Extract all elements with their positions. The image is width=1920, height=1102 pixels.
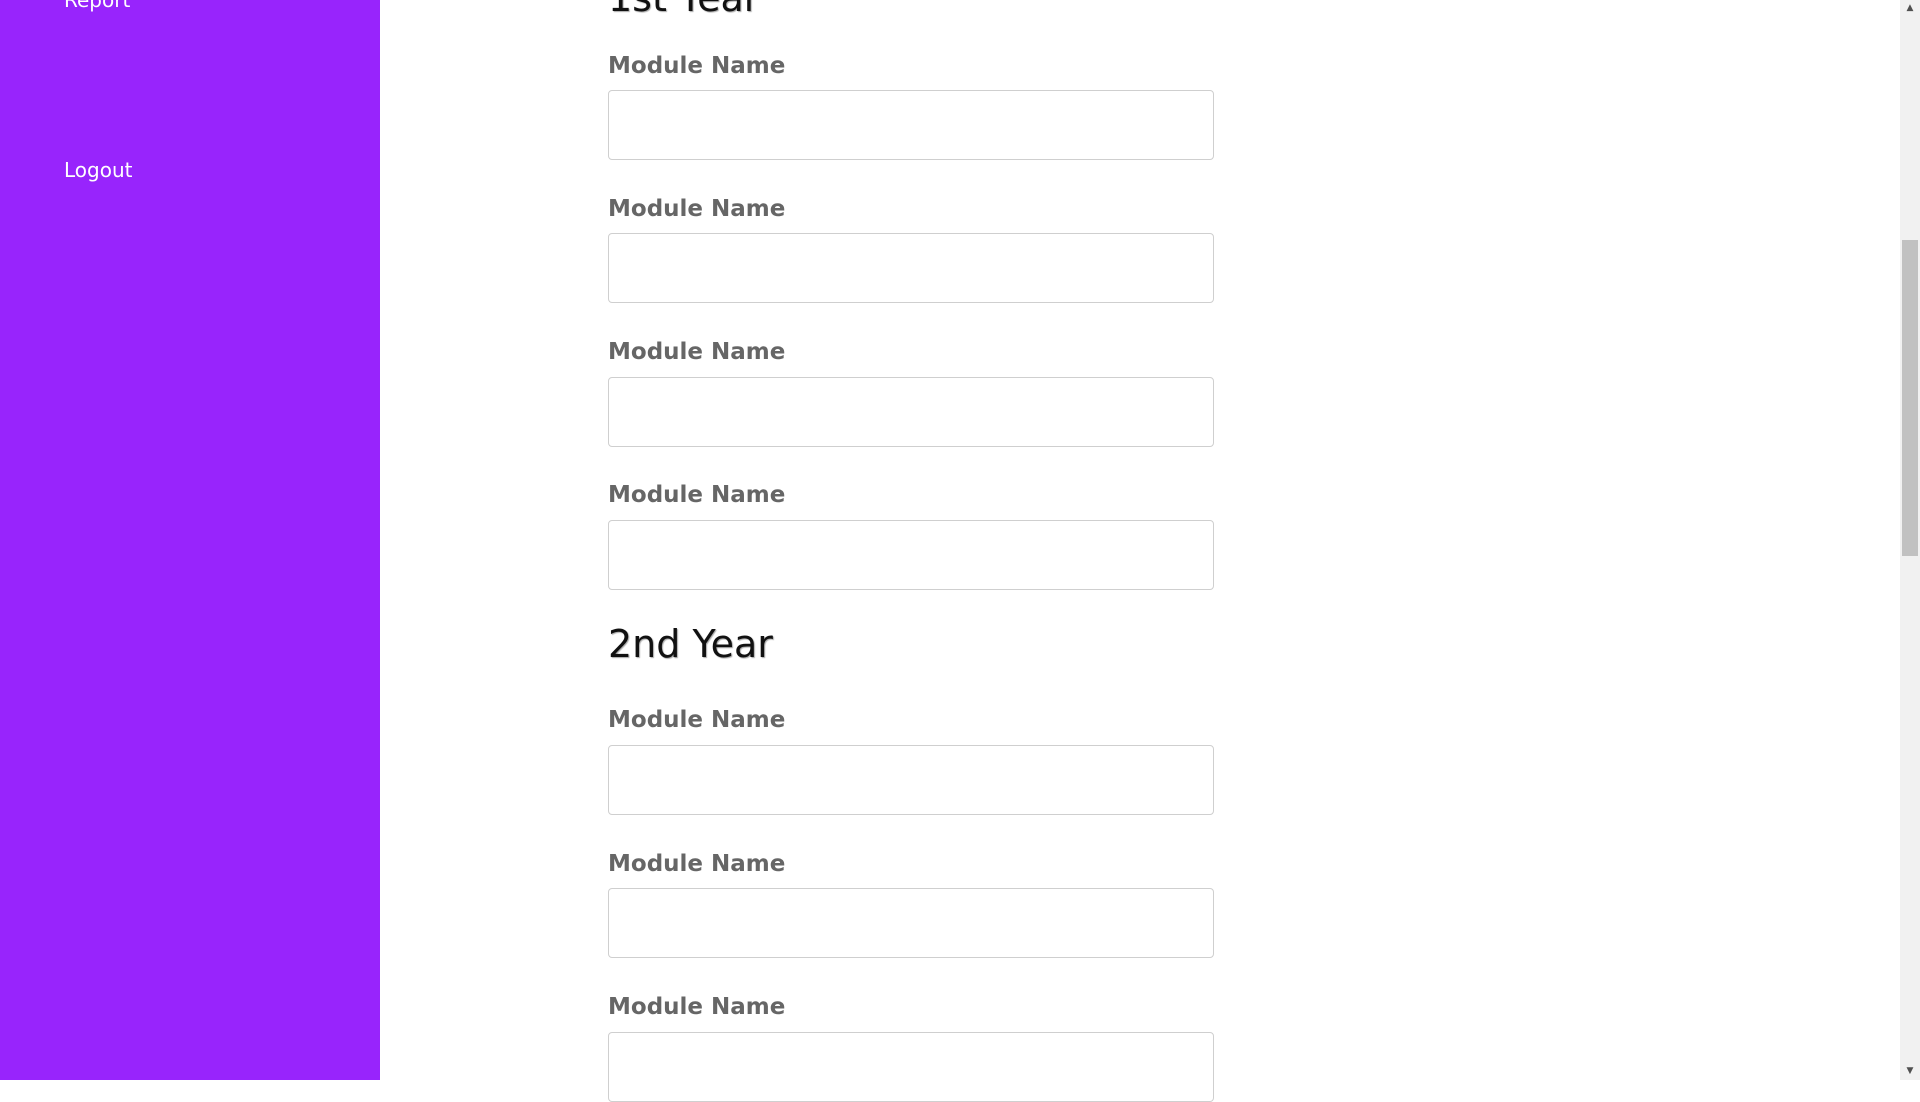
module-name-input[interactable] bbox=[608, 377, 1214, 447]
module-name-label: Module Name bbox=[608, 851, 786, 877]
section-heading-2nd-year: 2nd Year bbox=[608, 622, 773, 666]
sidebar: Report Logout bbox=[0, 0, 380, 1080]
scrollbar-thumb[interactable] bbox=[1902, 240, 1918, 556]
module-form: 1st Year Module Name Module Name Module … bbox=[380, 0, 1900, 1102]
module-name-label: Module Name bbox=[608, 482, 786, 508]
module-name-label: Module Name bbox=[608, 707, 786, 733]
module-name-label: Module Name bbox=[608, 196, 786, 222]
triangle-down-icon[interactable]: ▼ bbox=[1900, 1063, 1920, 1080]
module-name-input[interactable] bbox=[608, 745, 1214, 815]
module-name-input[interactable] bbox=[608, 233, 1214, 303]
triangle-up-icon[interactable]: ▲ bbox=[1900, 0, 1920, 17]
module-name-input[interactable] bbox=[608, 90, 1214, 160]
section-heading-1st-year: 1st Year bbox=[608, 0, 759, 20]
module-name-input[interactable] bbox=[608, 1032, 1214, 1102]
module-name-label: Module Name bbox=[608, 994, 786, 1020]
page-scrollbar[interactable]: ▲ ▼ bbox=[1900, 0, 1920, 1080]
module-name-input[interactable] bbox=[608, 520, 1214, 590]
sidebar-item-report[interactable]: Report bbox=[64, 0, 130, 12]
module-name-label: Module Name bbox=[608, 339, 786, 365]
module-name-label: Module Name bbox=[608, 53, 786, 79]
sidebar-item-logout[interactable]: Logout bbox=[64, 158, 132, 182]
module-name-input[interactable] bbox=[608, 888, 1214, 958]
